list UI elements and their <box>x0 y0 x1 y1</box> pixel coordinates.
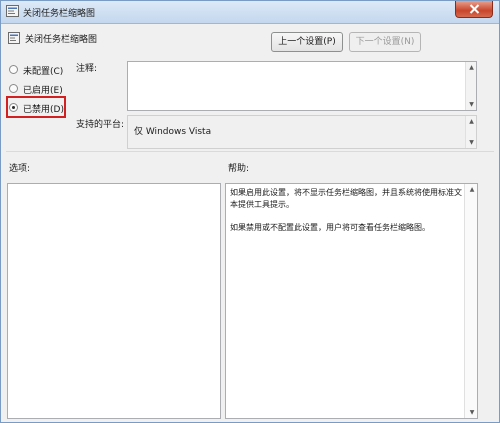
scroll-up-icon[interactable]: ▲ <box>467 63 476 72</box>
supported-platform-label: 支持的平台: <box>76 120 125 130</box>
help-panel: 如果启用此设置，将不显示任务栏缩略图，并且系统将使用标准文本提供工具提示。 如果… <box>225 183 478 419</box>
help-text: 如果启用此设置，将不显示任务栏缩略图，并且系统将使用标准文本提供工具提示。 <box>230 188 462 209</box>
scroll-down-icon[interactable]: ▼ <box>466 408 478 417</box>
scroll-down-icon[interactable]: ▼ <box>467 138 476 147</box>
scroll-up-icon[interactable]: ▲ <box>467 117 476 126</box>
scroll-down-icon[interactable]: ▼ <box>467 100 476 109</box>
supported-platform-value: 仅 Windows Vista <box>134 127 212 137</box>
help-text: 如果禁用或不配置此设置，用户将可查看任务栏缩略图。 <box>230 223 430 232</box>
next-setting-button[interactable]: 下一个设置(N) <box>349 32 421 52</box>
radio-button[interactable] <box>9 84 18 93</box>
close-button[interactable] <box>455 1 493 18</box>
close-icon <box>469 4 480 14</box>
previous-setting-button[interactable]: 上一个设置(P) <box>271 32 343 52</box>
radio-label: 未配置(C) <box>23 67 64 77</box>
radio-button[interactable] <box>9 65 18 74</box>
options-label: 选项: <box>9 164 31 174</box>
policy-icon <box>6 5 19 17</box>
section-divider <box>6 151 494 152</box>
help-label: 帮助: <box>228 164 250 174</box>
selection-highlight <box>6 96 66 118</box>
policy-dialog: 关闭任务栏缩略图 关闭任务栏缩略图 上一个设置(P) 下一个设置(N) 未配置(… <box>0 0 500 423</box>
comment-scrollbar[interactable]: ▲ ▼ <box>465 62 476 110</box>
supported-platform-box: 仅 Windows Vista ▲ ▼ <box>127 115 477 149</box>
platform-scrollbar[interactable]: ▲ ▼ <box>465 116 476 148</box>
window-title: 关闭任务栏缩略图 <box>23 9 96 19</box>
title-bar[interactable]: 关闭任务栏缩略图 <box>1 1 499 24</box>
options-panel <box>7 183 221 419</box>
comment-label: 注释: <box>76 64 98 74</box>
policy-icon <box>8 32 20 44</box>
help-scrollbar[interactable]: ▲ ▼ <box>464 184 477 418</box>
radio-label: 已启用(E) <box>23 86 63 96</box>
policy-title: 关闭任务栏缩略图 <box>25 35 98 45</box>
comment-textarea[interactable]: ▲ ▼ <box>127 61 477 111</box>
scroll-up-icon[interactable]: ▲ <box>466 185 478 194</box>
